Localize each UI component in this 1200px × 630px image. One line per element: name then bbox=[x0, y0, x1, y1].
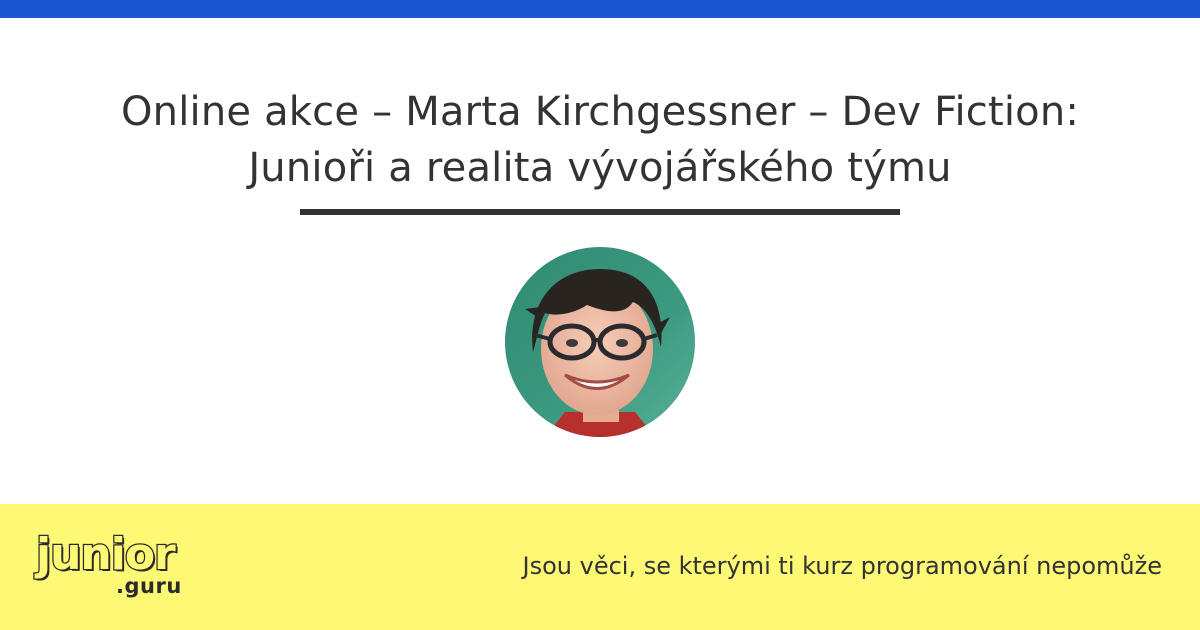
junior-guru-logo[interactable]: junior .guru bbox=[35, 528, 196, 610]
title-divider bbox=[300, 209, 900, 215]
speaker-photo-icon bbox=[505, 247, 695, 437]
logo-wordmark: junior bbox=[35, 528, 177, 581]
logo-domain: .guru bbox=[116, 574, 182, 598]
footer-bar: junior .guru Jsou věci, se kterými ti ku… bbox=[0, 504, 1200, 630]
top-accent-bar bbox=[0, 0, 1200, 18]
speaker-avatar bbox=[505, 247, 695, 437]
event-title-line-2: Junioři a realita vývojářského týmu bbox=[248, 145, 952, 191]
event-title-line-1: Online akce – Marta Kirchgessner – Dev F… bbox=[120, 89, 1080, 135]
event-title: Online akce – Marta Kirchgessner – Dev F… bbox=[40, 84, 1160, 196]
footer-tagline: Jsou věci, se kterými ti kurz programová… bbox=[522, 552, 1162, 580]
